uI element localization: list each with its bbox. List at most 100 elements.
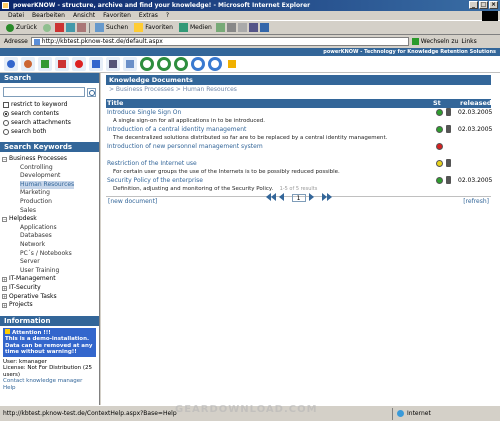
tree-item-server[interactable]: Server [2,258,99,267]
mail-icon[interactable] [226,23,236,32]
document-icon[interactable] [446,176,451,184]
collapse-icon[interactable]: − [2,156,7,162]
refresh-icon[interactable] [65,23,75,32]
tree-item-network[interactable]: Network [2,241,99,250]
back-button[interactable]: Zurück [4,22,39,33]
menu-bearbeiten[interactable]: Bearbeiten [32,11,65,20]
last-page-icon[interactable] [321,193,332,202]
tree-item-production[interactable]: Production [2,198,99,207]
tree-item-databases[interactable]: Databases [2,232,99,241]
search-contents-option[interactable]: search contents [0,109,99,118]
forward-button[interactable] [41,22,53,33]
menu-datei[interactable]: Datei [8,11,24,20]
document-title-link[interactable]: Introduction of new personnel management… [106,142,491,151]
group-tool-button[interactable] [38,57,52,71]
col-status[interactable]: St [433,99,446,108]
checkbox[interactable] [3,101,9,108]
info-tool-button[interactable] [191,57,205,71]
search-both-option[interactable]: search both [0,127,99,136]
tree-item-pcs-notebooks[interactable]: PC´s / Notebooks [2,250,99,259]
radio[interactable] [3,110,9,117]
breadcrumb[interactable]: > Business Processes > Human Resources [106,85,491,95]
search-attachments-option[interactable]: search attachments [0,118,99,127]
help-tool-button[interactable] [208,57,222,71]
menu-extras[interactable]: Extras [139,11,158,20]
radio[interactable] [3,119,9,126]
search-input[interactable] [3,87,85,97]
tree-item-sales[interactable]: Sales [2,207,99,216]
nav-green-button-2[interactable] [157,57,171,71]
expand-icon[interactable]: + [2,294,7,300]
user-icon [24,60,32,68]
document-icon[interactable] [446,159,451,167]
expand-icon[interactable]: + [2,285,7,291]
first-page-icon[interactable] [265,193,276,202]
brand-tagline: powerKNOW - Technology for Knowledge Ret… [323,49,496,55]
camera-tool-button[interactable] [123,57,137,71]
search-go-icon[interactable] [87,87,96,97]
list-tool-button[interactable] [89,57,103,71]
tree-node-projects[interactable]: + Projects [2,301,99,310]
document-title-link[interactable]: Introduction of a central identity manag… [106,125,491,134]
ie-app-icon [2,2,9,9]
col-released[interactable]: released [460,99,492,108]
links-button[interactable]: Links [461,38,476,45]
tree-item-development[interactable]: Development [2,172,99,181]
mail-tool-button[interactable] [106,57,120,71]
address-input[interactable]: http://kbtest.pknow-test.de/default.aspx [30,37,409,46]
maximize-button[interactable]: □ [479,1,488,9]
nav-green-button-3[interactable] [174,57,188,71]
expand-icon[interactable]: + [2,302,7,308]
home-icon[interactable] [76,23,86,32]
menu-help[interactable]: ? [166,11,169,20]
camera-icon [126,60,134,68]
tree-node-it-management[interactable]: + IT-Management [2,275,99,284]
close-button[interactable]: × [489,1,498,9]
edit-icon[interactable] [248,23,258,32]
restrict-keyword-option[interactable]: restrict to keyword [0,100,99,109]
tree-item-user-training[interactable]: User Training [2,267,99,276]
stop-icon[interactable] [54,23,64,32]
print-icon[interactable] [237,23,247,32]
tree-item-human-resources[interactable]: Human Resources [2,180,99,190]
next-page-icon[interactable] [308,193,319,202]
prev-page-icon[interactable] [278,193,289,202]
document-icon[interactable] [446,108,451,116]
document-title-link[interactable]: Restriction of the Internet use [106,159,491,168]
help-link[interactable]: Help [3,385,96,392]
structure-tool-button[interactable] [55,57,69,71]
media-button[interactable]: Medien [177,22,214,33]
search-tool-button[interactable] [4,57,18,71]
user-tool-button[interactable] [21,57,35,71]
window-titlebar: powerKNOW - structure, archive and find … [0,0,500,11]
tree-item-marketing[interactable]: Marketing [2,189,99,198]
col-title[interactable]: Title [106,99,433,108]
messenger-icon[interactable] [259,23,269,32]
contact-link[interactable]: Contact knowledge manager [3,378,96,385]
menu-favoriten[interactable]: Favoriten [103,11,131,20]
nav-green-button-1[interactable] [140,57,154,71]
search-button[interactable]: Suchen [93,22,130,33]
document-title-link[interactable]: Introduce Single Sign On [106,108,491,117]
key-tool-button[interactable] [225,57,239,71]
history-icon[interactable] [215,23,225,32]
tree-node-helpdesk[interactable]: − Helpdesk [2,215,99,224]
document-icon[interactable] [446,125,451,133]
go-button[interactable]: Wechseln zu [411,38,458,45]
page-number-input[interactable]: 1 [291,193,306,202]
tree-item-controlling[interactable]: Controlling [2,164,99,173]
col-attachment [446,99,460,108]
favorites-tool-button[interactable] [72,57,86,71]
radio[interactable] [3,128,9,135]
collapse-icon[interactable]: − [2,216,7,222]
status-dot-icon [436,160,443,167]
minimize-button[interactable]: _ [469,1,478,9]
tree-node-it-security[interactable]: + IT-Security [2,284,99,293]
document-title-link[interactable]: Security Policy of the enterprise [106,176,491,185]
expand-icon[interactable]: + [2,277,7,283]
menu-ansicht[interactable]: Ansicht [73,11,95,20]
favorites-button[interactable]: Favoriten [132,22,175,33]
tree-node-business-processes[interactable]: − Business Processes [2,155,99,164]
tree-item-applications[interactable]: Applications [2,224,99,233]
tree-node-operative-tasks[interactable]: + Operative Tasks [2,293,99,302]
